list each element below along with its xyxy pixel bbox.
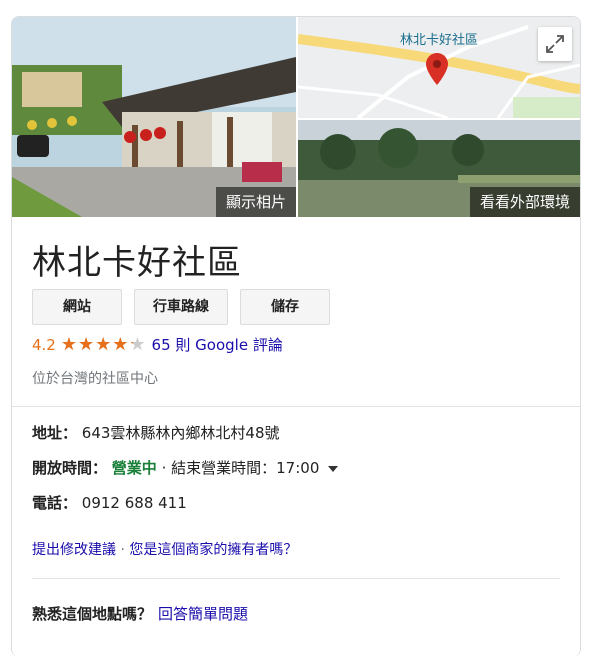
knowledge-panel: 顯示相片 林北卡好社區 看看外部環境 林北卡好社區 網站 行車路線 儲存 4.2… bbox=[11, 16, 581, 657]
address-value[interactable]: 643雲林縣林內鄉林北村48號 bbox=[82, 424, 280, 442]
directions-button[interactable]: 行車路線 bbox=[134, 289, 228, 325]
hours-label: 開放時間： bbox=[32, 459, 108, 477]
expand-icon bbox=[546, 35, 564, 53]
action-buttons: 網站 行車路線 儲存 bbox=[32, 289, 330, 325]
expand-map-button[interactable] bbox=[538, 27, 572, 61]
save-button[interactable]: 儲存 bbox=[240, 289, 330, 325]
hours-status: 營業中 bbox=[111, 459, 157, 477]
rating-stars-fill: ★★★★★ bbox=[60, 334, 133, 355]
phone-row: 電話： 0912 688 411 bbox=[32, 492, 187, 513]
street-view-photo[interactable]: 看看外部環境 bbox=[298, 120, 580, 217]
suggest-separator: · bbox=[116, 542, 130, 558]
answer-questions-link[interactable]: 回答簡單問題 bbox=[158, 605, 248, 623]
address-row: 地址： 643雲林縣林內鄉林北村48號 bbox=[32, 422, 280, 443]
reviews-link[interactable]: 65 則 Google 評論 bbox=[152, 334, 283, 355]
divider bbox=[32, 578, 560, 579]
know-this-place-row: 熟悉這個地點嗎？ 回答簡單問題 bbox=[32, 603, 248, 624]
map-preview[interactable]: 林北卡好社區 bbox=[298, 17, 580, 118]
phone-value[interactable]: 0912 688 411 bbox=[82, 494, 187, 512]
place-title: 林北卡好社區 bbox=[32, 243, 242, 283]
caret-down-icon[interactable] bbox=[328, 465, 339, 472]
website-button[interactable]: 網站 bbox=[32, 289, 122, 325]
address-label: 地址： bbox=[32, 424, 78, 442]
rating-stars: ★★★★★★★★★★ bbox=[60, 334, 147, 355]
hours-row: 開放時間： 營業中 · 結束營業時間：17:00 bbox=[32, 457, 339, 478]
place-category: 位於台灣的社區中心 bbox=[32, 371, 158, 387]
street-view-button[interactable]: 看看外部環境 bbox=[469, 187, 580, 217]
phone-label: 電話： bbox=[32, 494, 78, 512]
suggest-edit-link[interactable]: 提出修改建議 bbox=[32, 542, 116, 558]
hours-detail[interactable]: · 結束營業時間：17:00 bbox=[162, 459, 320, 477]
owner-link[interactable]: 您是這個商家的擁有者嗎？ bbox=[129, 542, 297, 558]
divider bbox=[12, 406, 580, 407]
main-photo[interactable]: 顯示相片 bbox=[12, 17, 296, 217]
know-question: 熟悉這個地點嗎？ bbox=[32, 605, 153, 623]
show-photos-button[interactable]: 顯示相片 bbox=[215, 187, 296, 217]
map-pin-icon bbox=[426, 53, 448, 85]
rating-row: 4.2 ★★★★★★★★★★ 65 則 Google 評論 bbox=[32, 334, 283, 355]
rating-score: 4.2 bbox=[32, 335, 56, 354]
suggest-row: 提出修改建議 · 您是這個商家的擁有者嗎？ bbox=[32, 539, 297, 559]
